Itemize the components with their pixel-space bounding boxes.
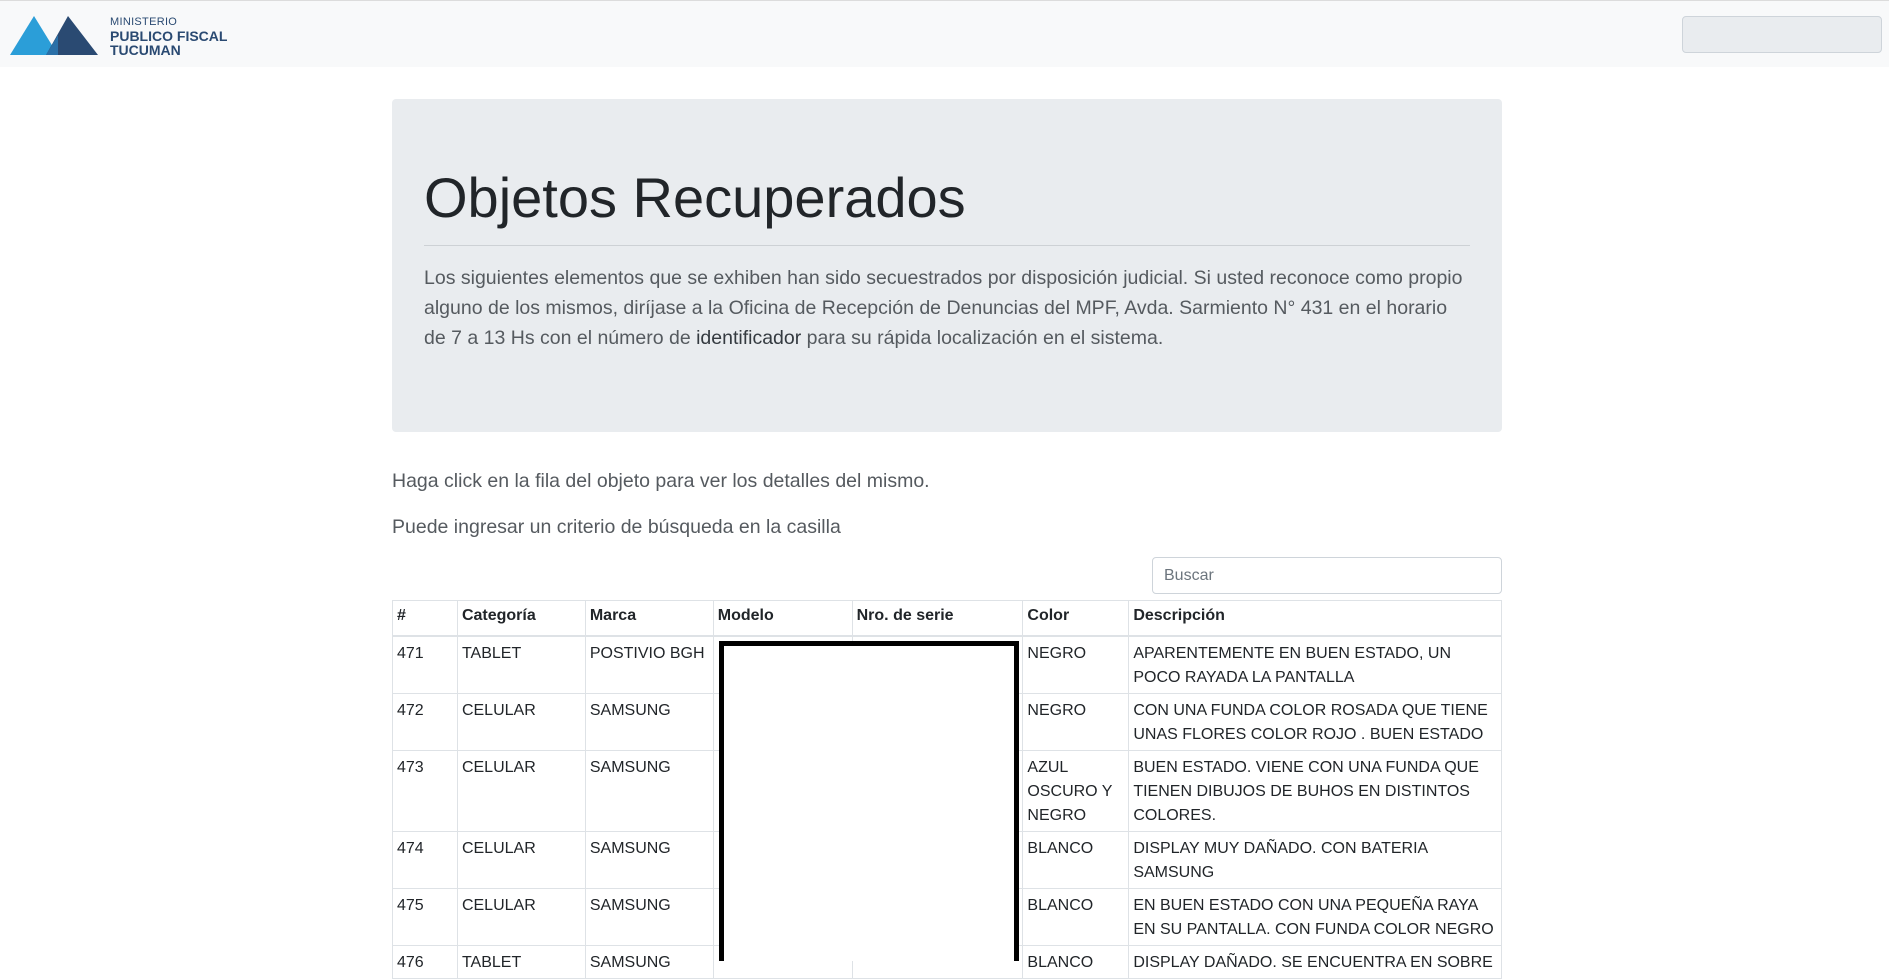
logo-line-2: PUBLICO FISCAL xyxy=(110,28,228,44)
cell-brand: SAMSUNG xyxy=(584,750,714,832)
cell-brand: POSTIVIO BGH xyxy=(584,635,714,694)
cell-category: CELULAR xyxy=(456,831,586,889)
cell-color: BLANCO xyxy=(1022,831,1130,889)
column-header-brand[interactable]: Marca xyxy=(584,600,714,637)
cell-number: 472 xyxy=(392,693,458,751)
cell-color: BLANCO xyxy=(1022,945,1130,979)
intro-text-after: para su rápida localización en el sistem… xyxy=(801,327,1164,349)
cell-description: CON UNA FUNDA COLOR ROSADA QUE TIENE UNA… xyxy=(1128,693,1502,751)
column-header-category[interactable]: Categoría xyxy=(456,600,586,637)
column-header-description[interactable]: Descripción xyxy=(1128,600,1502,637)
cell-number: 474 xyxy=(392,831,458,889)
cell-description: EN BUEN ESTADO CON UNA PEQUEÑA RAYA EN S… xyxy=(1128,888,1502,946)
column-header-model[interactable]: Modelo xyxy=(712,600,853,637)
logo-line-3: TUCUMAN xyxy=(110,42,181,58)
cell-color: AZUL OSCURO Y NEGRO xyxy=(1022,750,1130,832)
intro-text: Los siguientes elementos que se exhiben … xyxy=(424,263,1474,353)
cell-number: 471 xyxy=(392,635,458,694)
cell-description: BUEN ESTADO. VIENE CON UNA FUNDA QUE TIE… xyxy=(1128,750,1502,832)
instruction-search: Puede ingresar un criterio de búsqueda e… xyxy=(392,516,841,538)
cell-description: DISPLAY DAÑADO. SE ENCUENTRA EN SOBRE xyxy=(1128,945,1502,979)
redaction-box xyxy=(719,641,1019,961)
cell-category: CELULAR xyxy=(456,750,586,832)
column-header-serial[interactable]: Nro. de serie xyxy=(851,600,1024,637)
page-title: Objetos Recuperados xyxy=(424,166,966,229)
intro-text-bold: identificador xyxy=(696,327,802,349)
cell-category: CELULAR xyxy=(456,693,586,751)
cell-description: APARENTEMENTE EN BUEN ESTADO, UN POCO RA… xyxy=(1128,635,1502,694)
jumbotron: Objetos Recuperados Los siguientes eleme… xyxy=(392,99,1502,432)
divider xyxy=(424,245,1470,246)
search-input[interactable] xyxy=(1152,557,1502,594)
mpf-logo[interactable]: MINISTERIO PUBLICO FISCAL TUCUMAN xyxy=(10,14,250,58)
column-header-color[interactable]: Color xyxy=(1022,600,1130,637)
cell-brand: SAMSUNG xyxy=(584,693,714,751)
cell-brand: SAMSUNG xyxy=(584,831,714,889)
cell-brand: SAMSUNG xyxy=(584,888,714,946)
cell-color: BLANCO xyxy=(1022,888,1130,946)
logo-text: MINISTERIO PUBLICO FISCAL TUCUMAN xyxy=(110,15,227,57)
cell-number: 476 xyxy=(392,945,458,979)
cell-number: 473 xyxy=(392,750,458,832)
navbar: MINISTERIO PUBLICO FISCAL TUCUMAN xyxy=(0,0,1889,67)
mountains-logo-icon xyxy=(10,16,98,55)
cell-description: DISPLAY MUY DAÑADO. CON BATERIA SAMSUNG xyxy=(1128,831,1502,889)
column-header-number[interactable]: # xyxy=(392,600,458,637)
cell-category: TABLET xyxy=(456,945,586,979)
table-header-row: # Categoría Marca Modelo Nro. de serie C… xyxy=(392,600,1502,637)
navbar-button[interactable] xyxy=(1682,16,1882,53)
cell-color: NEGRO xyxy=(1022,693,1130,751)
cell-brand: SAMSUNG xyxy=(584,945,714,979)
cell-number: 475 xyxy=(392,888,458,946)
cell-color: NEGRO xyxy=(1022,635,1130,694)
cell-category: CELULAR xyxy=(456,888,586,946)
instruction-click-row: Haga click en la fila del objeto para ve… xyxy=(392,470,930,492)
cell-category: TABLET xyxy=(456,635,586,694)
logo-line-1: MINISTERIO xyxy=(110,16,178,28)
